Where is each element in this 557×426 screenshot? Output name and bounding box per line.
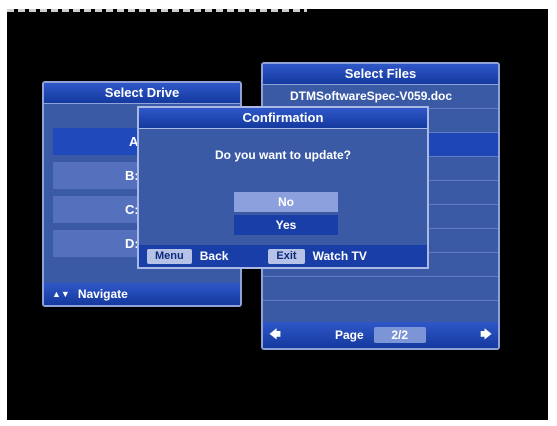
page-indicator: 2/2 xyxy=(373,327,426,343)
navigate-arrows-icon: ▲▼ xyxy=(52,289,70,299)
dialog-title: Confirmation xyxy=(139,108,427,129)
arrow-right-icon[interactable]: 🡆 xyxy=(474,326,498,345)
yes-button[interactable]: Yes xyxy=(234,215,338,235)
arrow-left-icon[interactable]: 🡄 xyxy=(263,326,287,345)
no-button[interactable]: No xyxy=(234,192,338,212)
top-border-line xyxy=(7,9,307,12)
dialog-message: Do you want to update? xyxy=(215,148,351,162)
drive-footer: ▲▼ Navigate xyxy=(44,283,240,305)
select-files-title: Select Files xyxy=(263,64,498,85)
page-label: Page xyxy=(335,328,364,342)
menu-key-label: Back xyxy=(199,249,229,263)
exit-key-label: Watch TV xyxy=(312,249,367,263)
file-row-empty xyxy=(263,277,498,301)
files-pagination: 🡄 Page 2/2 🡆 xyxy=(263,322,498,348)
select-drive-title: Select Drive xyxy=(44,83,240,104)
exit-key[interactable]: Exit xyxy=(268,248,305,264)
confirmation-dialog: Confirmation Do you want to update? No Y… xyxy=(137,106,429,269)
dialog-footer: Menu Back Exit Watch TV xyxy=(139,245,427,267)
navigate-label: Navigate xyxy=(77,287,128,301)
tv-screen: Select Files DTMSoftwareSpec-V059.doc 06… xyxy=(7,9,548,420)
menu-key[interactable]: Menu xyxy=(147,248,192,264)
